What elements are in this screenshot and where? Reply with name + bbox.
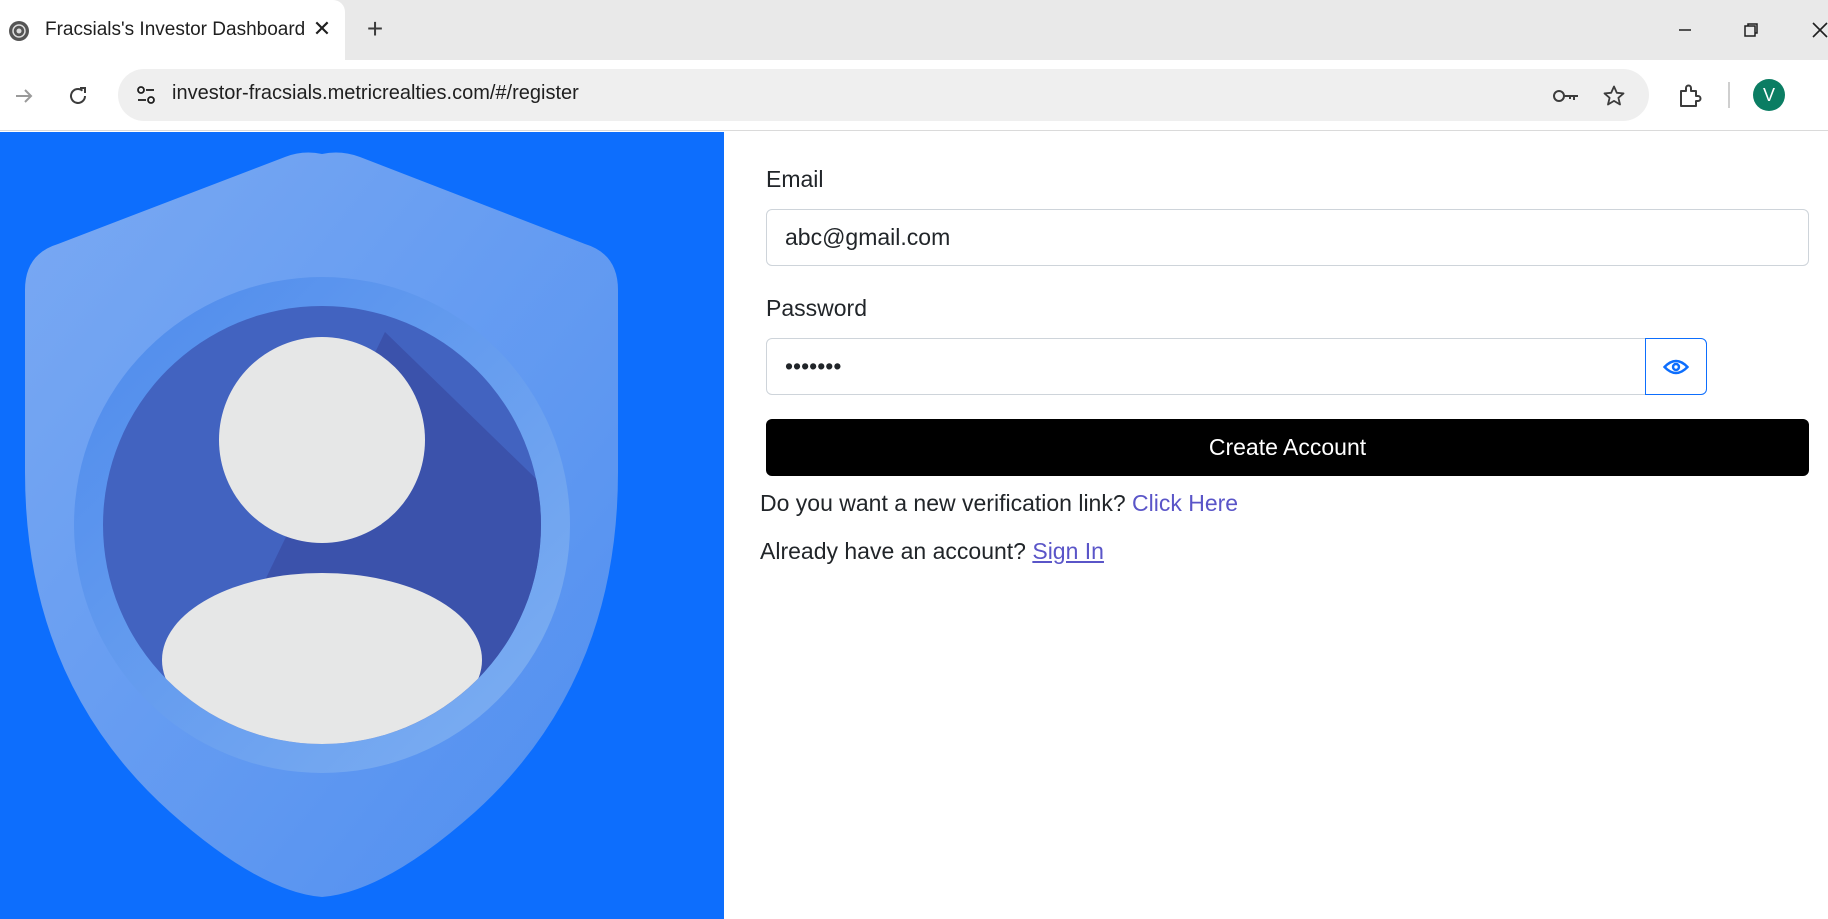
tab-title: Fracsials's Investor Dashboard — [45, 19, 306, 40]
profile-avatar[interactable]: V — [1753, 79, 1785, 111]
email-field[interactable]: abc@gmail.com — [766, 209, 1809, 266]
verification-prompt: Do you want a new verification link? — [760, 490, 1126, 516]
window-close-icon[interactable] — [1800, 10, 1828, 50]
site-favicon-icon — [9, 21, 29, 41]
tab-strip: Fracsials's Investor Dashboard ✕ + — [0, 0, 1828, 60]
close-icon[interactable]: ✕ — [309, 16, 335, 42]
password-label: Password — [766, 295, 867, 321]
sign-in-link[interactable]: Sign In — [1032, 538, 1104, 564]
signin-prompt: Already have an account? — [760, 538, 1026, 564]
toggle-password-button[interactable] — [1645, 338, 1707, 395]
forward-icon[interactable] — [4, 76, 44, 116]
eye-icon — [1663, 359, 1689, 374]
minimize-icon[interactable] — [1665, 10, 1705, 50]
browser-toolbar: investor-fracsials.metricrealties.com/#/… — [0, 60, 1828, 131]
restore-icon[interactable] — [1731, 10, 1771, 50]
click-here-link[interactable]: Click Here — [1132, 490, 1238, 516]
reload-icon[interactable] — [58, 76, 98, 116]
verification-row: Do you want a new verification link? Cli… — [760, 490, 1238, 517]
create-account-button[interactable]: Create Account — [766, 419, 1809, 476]
user-shield-illustration — [25, 152, 618, 897]
toolbar-divider — [1728, 82, 1730, 108]
password-field[interactable]: ••••••• — [766, 338, 1646, 395]
address-bar[interactable]: investor-fracsials.metricrealties.com/#/… — [118, 69, 1649, 121]
plus-icon[interactable]: + — [360, 14, 390, 44]
illustration-panel — [0, 132, 724, 919]
email-label: Email — [766, 166, 824, 192]
browser-tab[interactable]: Fracsials's Investor Dashboard ✕ — [0, 0, 345, 60]
star-icon[interactable] — [1599, 81, 1629, 111]
key-icon[interactable] — [1551, 81, 1581, 111]
url-text[interactable]: investor-fracsials.metricrealties.com/#/… — [172, 82, 579, 105]
register-page: Email abc@gmail.com Password ••••••• Cre… — [0, 132, 1828, 919]
signin-row: Already have an account? Sign In — [760, 538, 1104, 565]
site-info-icon[interactable] — [130, 79, 162, 111]
extensions-icon[interactable] — [1670, 76, 1710, 116]
